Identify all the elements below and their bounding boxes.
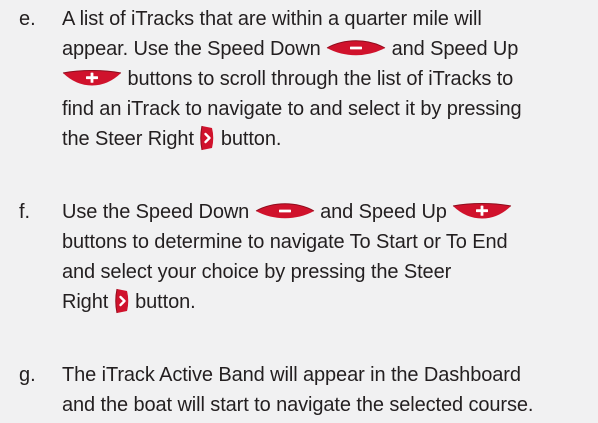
- text-line: and the boat will start to navigate the …: [62, 390, 598, 420]
- text-line: find an iTrack to navigate to and select…: [62, 94, 598, 124]
- step-text: A list of iTracks that are within a quar…: [62, 4, 598, 154]
- text-run: appear. Use the Speed Down: [62, 38, 327, 60]
- text-run: The iTrack Active Band will appear in th…: [62, 364, 521, 386]
- steer-right-button-icon: [114, 288, 128, 313]
- text-line: Right button.: [62, 287, 598, 317]
- steer-right-button-icon: [200, 125, 214, 150]
- text-run: A list of iTracks that are within a quar…: [62, 8, 482, 30]
- step-letter: f.: [19, 201, 31, 223]
- step-text: Use the Speed Down and Speed Up buttons …: [62, 197, 598, 317]
- step-letter: e.: [19, 8, 36, 30]
- text-run: buttons to determine to navigate To Star…: [62, 231, 508, 253]
- speed-up-button-icon: [62, 69, 122, 86]
- text-line: appear. Use the Speed Down and Speed Up: [62, 34, 598, 64]
- text-run: Use the Speed Down: [62, 201, 255, 223]
- text-run: and select your choice by pressing the S…: [62, 261, 452, 283]
- speed-down-button-icon: [326, 40, 386, 55]
- text-run: Right: [62, 291, 114, 313]
- text-run: the Steer Right: [62, 128, 200, 150]
- speed-down-button-icon: [255, 203, 314, 218]
- text-run: buttons to scroll through the list of iT…: [122, 68, 514, 90]
- step-letter: g.: [19, 364, 36, 386]
- speed-up-button-icon: [453, 202, 512, 219]
- text-line: the Steer Right button.: [62, 124, 598, 154]
- text-run: button.: [215, 128, 282, 150]
- text-run: and the boat will start to navigate the …: [62, 394, 534, 416]
- text-line: The iTrack Active Band will appear in th…: [62, 360, 598, 390]
- text-line: Use the Speed Down and Speed Up: [62, 197, 598, 227]
- manual-page: e. A list of iTracks that are within a q…: [0, 0, 598, 423]
- step-text: The iTrack Active Band will appear in th…: [62, 360, 598, 420]
- text-line: buttons to scroll through the list of iT…: [62, 64, 598, 94]
- text-run: find an iTrack to navigate to and select…: [62, 98, 522, 120]
- text-line: A list of iTracks that are within a quar…: [62, 4, 598, 34]
- text-line: and select your choice by pressing the S…: [62, 257, 598, 287]
- text-line: buttons to determine to navigate To Star…: [62, 227, 598, 257]
- text-run: and Speed Up: [314, 201, 453, 223]
- text-run: and Speed Up: [386, 38, 519, 60]
- text-run: button.: [129, 291, 196, 313]
